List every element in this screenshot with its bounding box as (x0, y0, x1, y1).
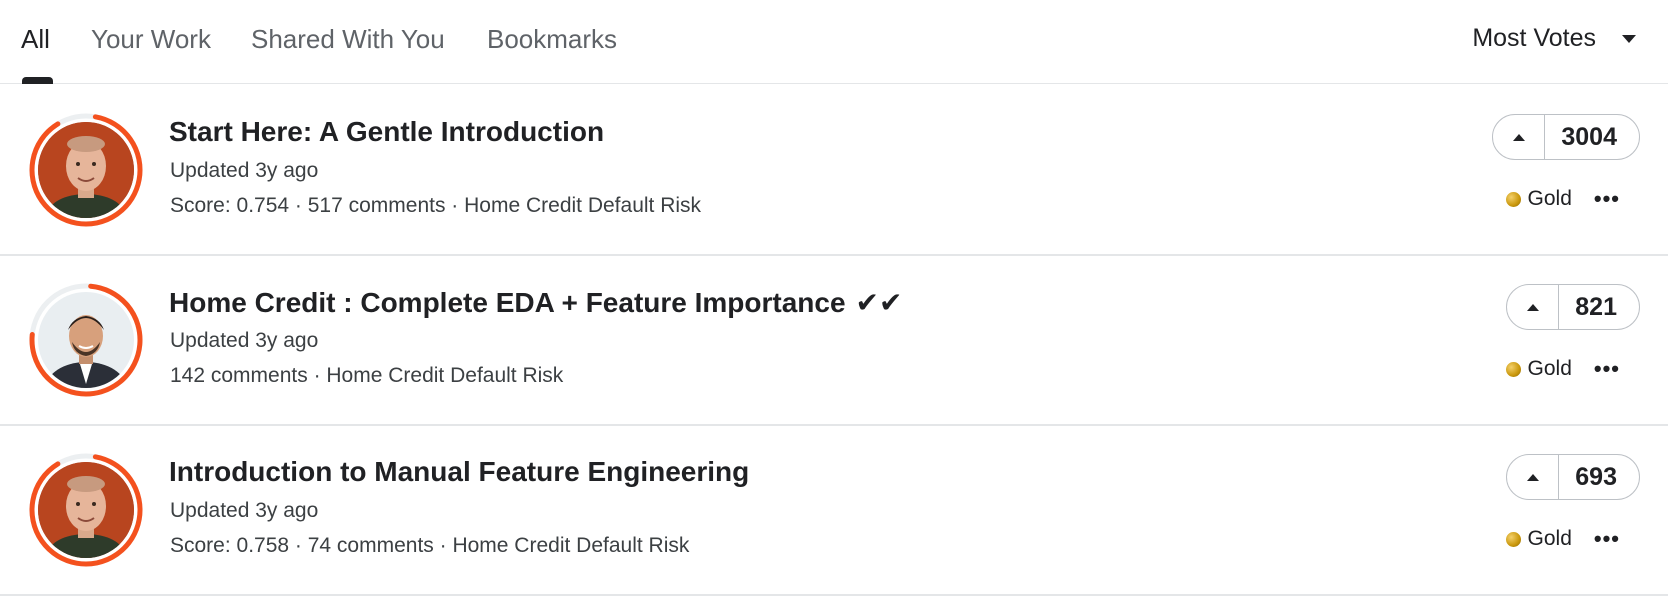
medal-badge: Gold ••• (1505, 357, 1620, 381)
author-photo-icon (38, 462, 134, 558)
arrow-up-icon (1526, 303, 1539, 311)
notebook-row[interactable]: Introduction to Manual Feature Engineeri… (0, 426, 1668, 596)
sort-dropdown[interactable]: Most Votes (1472, 24, 1636, 53)
author-photo-icon (38, 292, 134, 388)
updated-time: Updated 3y ago (170, 329, 319, 352)
vote-widget: 693 (1506, 454, 1640, 500)
notebook-meta: Score: 0.754 · 517 comments · Home Credi… (170, 194, 702, 217)
notebook-meta: 142 comments · Home Credit Default Risk (170, 364, 564, 387)
gold-medal-icon (1505, 361, 1521, 377)
notebook-row[interactable]: Start Here: A Gentle Introduction Update… (0, 86, 1668, 256)
arrow-up-icon (1512, 133, 1525, 141)
upvote-button[interactable] (1507, 455, 1560, 499)
avatar[interactable] (28, 112, 144, 228)
avatar[interactable] (28, 282, 144, 398)
updated-time: Updated 3y ago (170, 159, 319, 182)
tab-all[interactable]: All (21, 24, 50, 55)
vote-count: 821 (1575, 292, 1617, 321)
notebook-title-text: Start Here: A Gentle Introduction (169, 116, 605, 147)
tab-shared-with-you[interactable]: Shared With You (251, 24, 445, 55)
medal-badge: Gold ••• (1505, 187, 1620, 211)
tab-bar: All Your Work Shared With You Bookmarks … (0, 0, 1668, 84)
tab-your-work[interactable]: Your Work (91, 24, 211, 55)
arrow-up-icon (1526, 473, 1539, 481)
medal-label: Gold (1527, 527, 1572, 550)
gold-medal-icon (1505, 191, 1521, 207)
sort-label: Most Votes (1472, 24, 1596, 52)
notebook-title[interactable]: Introduction to Manual Feature Engineeri… (169, 456, 749, 488)
medal-label: Gold (1527, 357, 1572, 380)
tab-bookmarks[interactable]: Bookmarks (487, 24, 617, 55)
vote-widget: 821 (1506, 284, 1640, 330)
notebook-title-text: Home Credit : Complete EDA + Feature Imp… (169, 286, 846, 318)
author-photo-icon (38, 122, 134, 218)
caret-down-icon (1622, 34, 1636, 43)
notebook-title[interactable]: Start Here: A Gentle Introduction (169, 116, 604, 148)
gold-medal-icon (1505, 531, 1521, 547)
notebook-title[interactable]: Home Credit : Complete EDA + Feature Imp… (169, 286, 902, 319)
vote-count: 3004 (1561, 122, 1617, 151)
double-check-icon: ✔✔ (855, 287, 903, 318)
avatar[interactable] (28, 452, 144, 568)
notebook-meta: Score: 0.758 · 74 comments · Home Credit… (170, 534, 690, 557)
more-options-icon[interactable]: ••• (1594, 188, 1620, 210)
upvote-button[interactable] (1493, 115, 1546, 159)
medal-badge: Gold ••• (1505, 527, 1620, 551)
medal-label: Gold (1527, 187, 1572, 210)
more-options-icon[interactable]: ••• (1594, 358, 1620, 380)
vote-count: 693 (1575, 462, 1617, 491)
active-tab-indicator (22, 77, 53, 84)
more-options-icon[interactable]: ••• (1594, 528, 1620, 550)
notebook-row[interactable]: Home Credit : Complete EDA + Feature Imp… (0, 256, 1668, 426)
vote-widget: 3004 (1492, 114, 1640, 160)
notebook-title-text: Introduction to Manual Feature Engineeri… (169, 456, 750, 487)
upvote-button[interactable] (1507, 285, 1560, 329)
updated-time: Updated 3y ago (170, 499, 319, 522)
